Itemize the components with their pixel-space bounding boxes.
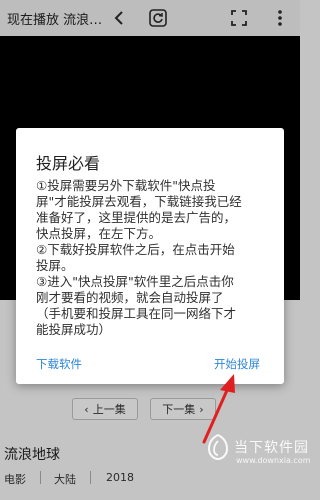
prev-episode-button[interactable]: ‹ 上一集: [72, 398, 138, 420]
dialog-line: 快点投屏，在左下方。: [36, 226, 162, 241]
download-software-button[interactable]: 下载软件: [36, 356, 82, 372]
page-title: 现在播放 流浪…: [7, 13, 103, 28]
chevron-left-icon: ‹: [84, 402, 89, 416]
dialog-line: 屏"才能投屏去观看，下载链接我已经: [36, 194, 242, 209]
refresh-icon[interactable]: [148, 8, 168, 28]
dialog-title: 投屏必看: [36, 154, 101, 173]
dialog-line: 能投屏成功）: [36, 322, 112, 337]
dialog-line: 刚才要看的视频，就会自动投屏了: [36, 290, 224, 305]
back-icon[interactable]: [110, 8, 130, 28]
episode-nav: ‹ 上一集 下一集 ›: [0, 398, 300, 422]
dialog-line: ③进入"快点投屏"软件里之后点击你: [36, 274, 234, 289]
show-meta: 电影 大陆 2018: [0, 468, 300, 488]
dialog-message: ①投屏需要另外下载软件"快点投 屏"才能投屏去观看，下载链接我已经 准备好了，这…: [36, 178, 268, 338]
dialog-line: 准备好了，这里提供的是去广告的，: [36, 210, 237, 225]
divider: [90, 471, 91, 484]
watermark-url: www.downxia.com: [236, 456, 311, 465]
show-year: 2018: [106, 471, 134, 484]
dialog-line: ①投屏需要另外下载软件"快点投: [36, 178, 216, 193]
dialog-line: ②下载好投屏软件之后，在点击开始: [36, 242, 235, 257]
prev-episode-label: 上一集: [92, 403, 126, 416]
cast-notice-dialog: 投屏必看 ①投屏需要另外下载软件"快点投 屏"才能投屏去观看，下载链接我已经 准…: [16, 128, 284, 384]
dialog-line: 投屏。: [36, 258, 74, 273]
show-genre: 电影: [4, 473, 26, 486]
top-bar: 现在播放 流浪…: [0, 0, 300, 36]
arrow-annotation-icon: [190, 360, 250, 450]
show-title: 流浪地球: [4, 447, 60, 463]
more-icon[interactable]: [270, 8, 290, 28]
fullscreen-icon[interactable]: [229, 8, 249, 28]
show-region: 大陆: [54, 473, 76, 486]
dialog-line: （手机要和投屏工具在同一网络下才: [36, 306, 237, 321]
divider: [40, 471, 41, 484]
